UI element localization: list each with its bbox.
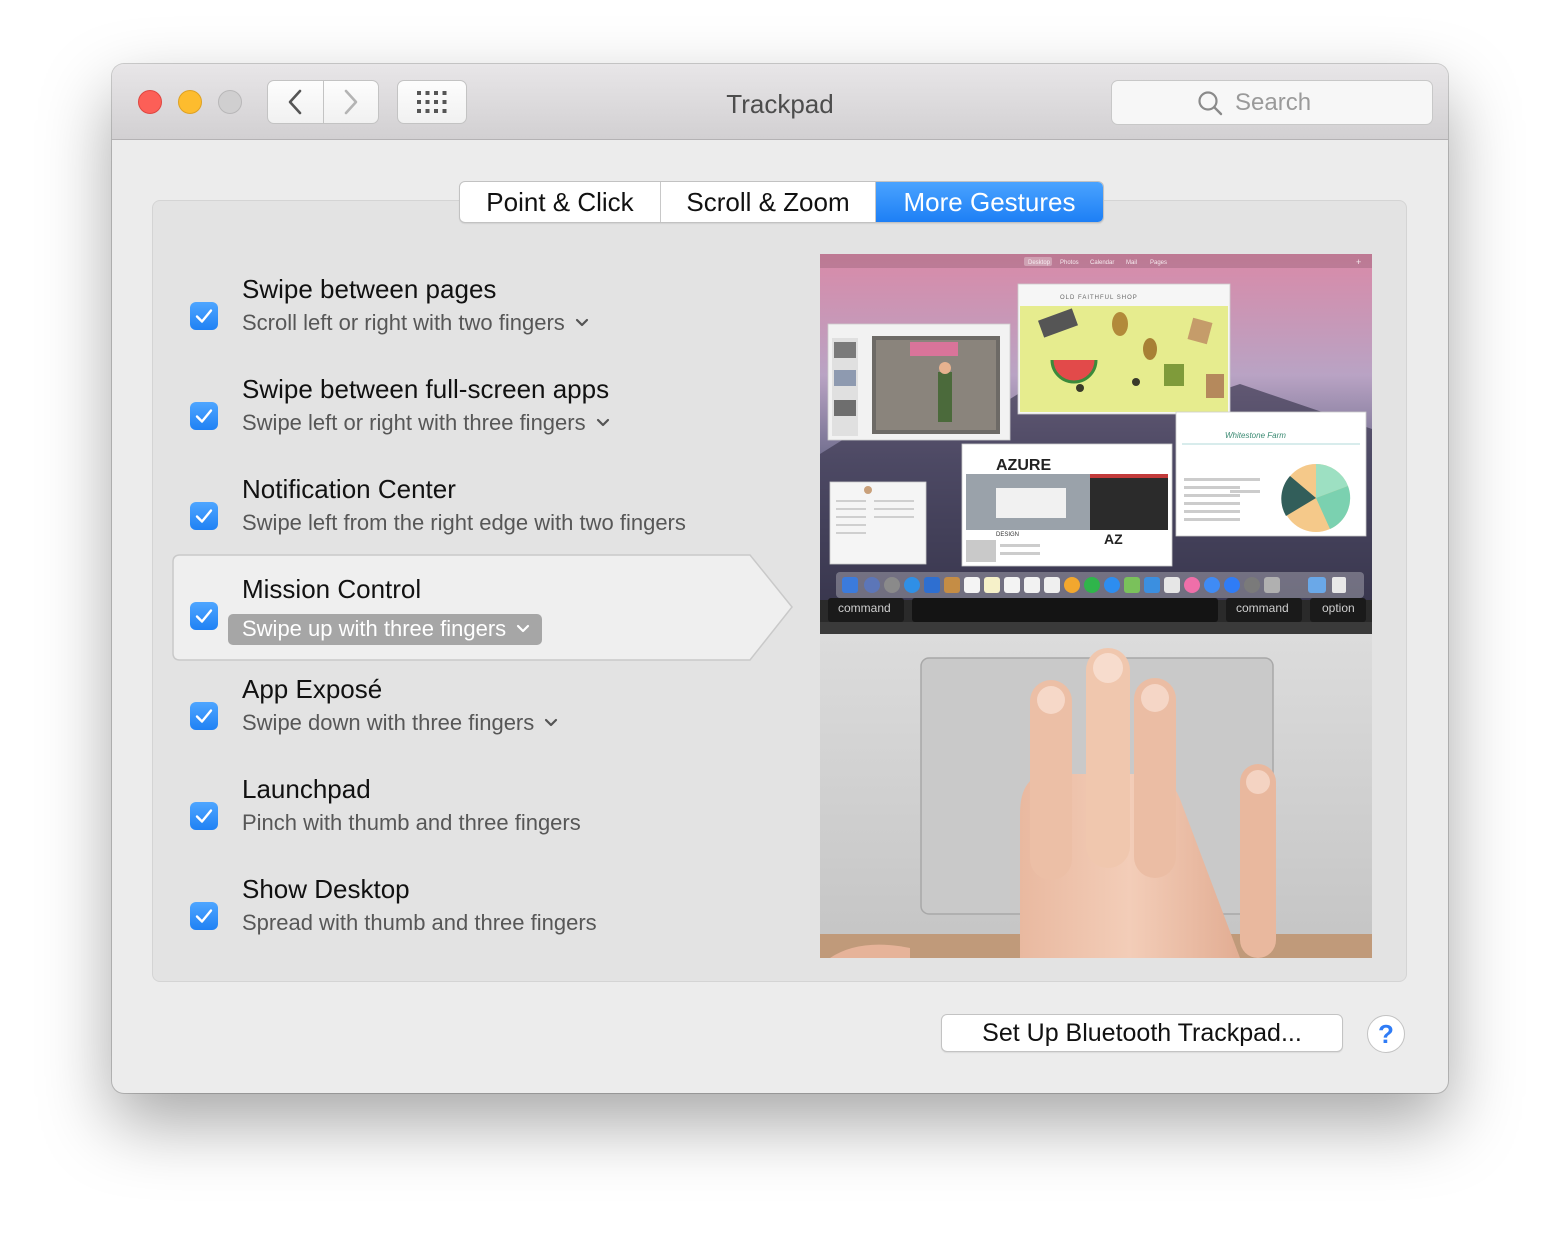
setup-bluetooth-trackpad-button[interactable]: Set Up Bluetooth Trackpad... <box>941 1014 1343 1052</box>
chevron-down-icon <box>575 318 588 327</box>
tab-bar: Point & Click Scroll & Zoom More Gesture… <box>459 181 1104 223</box>
mission-control-preview: Desktop Photos Calendar Mail Pages + OLD… <box>820 254 1372 958</box>
notification-center-checkbox[interactable] <box>190 502 218 530</box>
title-bar: Trackpad <box>112 64 1448 140</box>
checkmark-icon <box>195 809 213 823</box>
gesture-item: Launchpad Pinch with thumb and three fin… <box>190 774 750 864</box>
preferences-window: Trackpad Point & Click Scroll & Zoom Mor… <box>112 64 1448 1093</box>
az-label: AZ <box>1104 531 1123 547</box>
gesture-option-label: Pinch with thumb and three fingers <box>242 810 581 835</box>
gesture-item: Swipe between pages Scroll left or right… <box>190 274 750 364</box>
gesture-title: Notification Center <box>242 474 456 504</box>
gesture-option-popup[interactable]: Scroll left or right with two fingers <box>242 310 589 336</box>
gesture-title: Launchpad <box>242 774 371 804</box>
gesture-option-label: Swipe left from the right edge with two … <box>242 510 686 535</box>
checkmark-icon <box>195 909 213 923</box>
gesture-option-label: Spread with thumb and three fingers <box>242 910 597 935</box>
swipe-fullscreen-checkbox[interactable] <box>190 402 218 430</box>
gesture-option-popup[interactable]: Swipe down with three fingers <box>242 710 558 736</box>
mission-control-checkbox[interactable] <box>190 602 218 630</box>
chevron-down-icon <box>545 718 558 727</box>
gesture-item: Notification Center Swipe left from the … <box>190 474 750 564</box>
azure-window-title: AZURE <box>996 457 1051 474</box>
help-button[interactable]: ? <box>1367 1015 1405 1053</box>
checkmark-icon <box>195 609 213 623</box>
gesture-option-label: Swipe left or right with three fingers <box>242 410 586 435</box>
tab-point-click[interactable]: Point & Click <box>460 182 660 222</box>
gesture-preview-image: Desktop Photos Calendar Mail Pages + OLD… <box>820 254 1372 958</box>
tab-scroll-zoom[interactable]: Scroll & Zoom <box>660 182 875 222</box>
key-label: command <box>838 601 891 615</box>
key-label: command <box>1236 601 1289 615</box>
tab-more-gestures[interactable]: More Gestures <box>875 182 1103 222</box>
gesture-item: App Exposé Swipe down with three fingers <box>190 674 750 764</box>
search-input[interactable] <box>1233 87 1347 118</box>
space-label: Calendar <box>1090 260 1114 266</box>
key-label: option <box>1322 601 1355 615</box>
space-label: Photos <box>1060 260 1079 266</box>
gesture-item: Show Desktop Spread with thumb and three… <box>190 874 750 964</box>
launchpad-checkbox[interactable] <box>190 802 218 830</box>
gesture-option-label: Swipe down with three fingers <box>242 710 535 735</box>
gesture-title: Show Desktop <box>242 874 410 904</box>
checkmark-icon <box>195 509 213 523</box>
chevron-down-icon <box>517 624 530 633</box>
checkmark-icon <box>195 709 213 723</box>
gesture-item: Swipe between full-screen apps Swipe lef… <box>190 374 750 464</box>
checkmark-icon <box>195 309 213 323</box>
farm-window-title: Whitestone Farm <box>1225 431 1286 440</box>
show-desktop-checkbox[interactable] <box>190 902 218 930</box>
space-label: Pages <box>1150 260 1167 266</box>
gesture-item-selected: Mission Control Swipe up with three fing… <box>190 574 750 664</box>
gesture-option-label: Scroll left or right with two fingers <box>242 310 565 335</box>
gesture-option-popup[interactable]: Swipe up with three fingers <box>228 614 543 645</box>
chevron-down-icon <box>596 418 609 427</box>
search-field[interactable] <box>1111 80 1433 125</box>
app-expose-checkbox[interactable] <box>190 702 218 730</box>
gesture-title: Swipe between full-screen apps <box>242 374 610 404</box>
gesture-description: Swipe left from the right edge with two … <box>242 510 686 536</box>
gesture-title: Swipe between pages <box>242 274 497 304</box>
space-label: Mail <box>1126 260 1137 266</box>
svg-text:+: + <box>1356 257 1361 267</box>
swipe-pages-checkbox[interactable] <box>190 302 218 330</box>
gesture-option-label: Swipe up with three fingers <box>242 616 507 641</box>
search-icon <box>1198 90 1223 115</box>
dock <box>842 577 1346 593</box>
gesture-title: App Exposé <box>242 674 383 704</box>
design-label: DESIGN <box>996 532 1019 538</box>
gesture-title: Mission Control <box>242 574 422 604</box>
shop-window-title: OLD FAITHFUL SHOP <box>1060 295 1138 301</box>
gesture-description: Pinch with thumb and three fingers <box>242 810 581 836</box>
space-label: Desktop <box>1028 260 1051 266</box>
checkmark-icon <box>195 409 213 423</box>
gesture-description: Spread with thumb and three fingers <box>242 910 597 936</box>
gesture-option-popup[interactable]: Swipe left or right with three fingers <box>242 410 610 436</box>
